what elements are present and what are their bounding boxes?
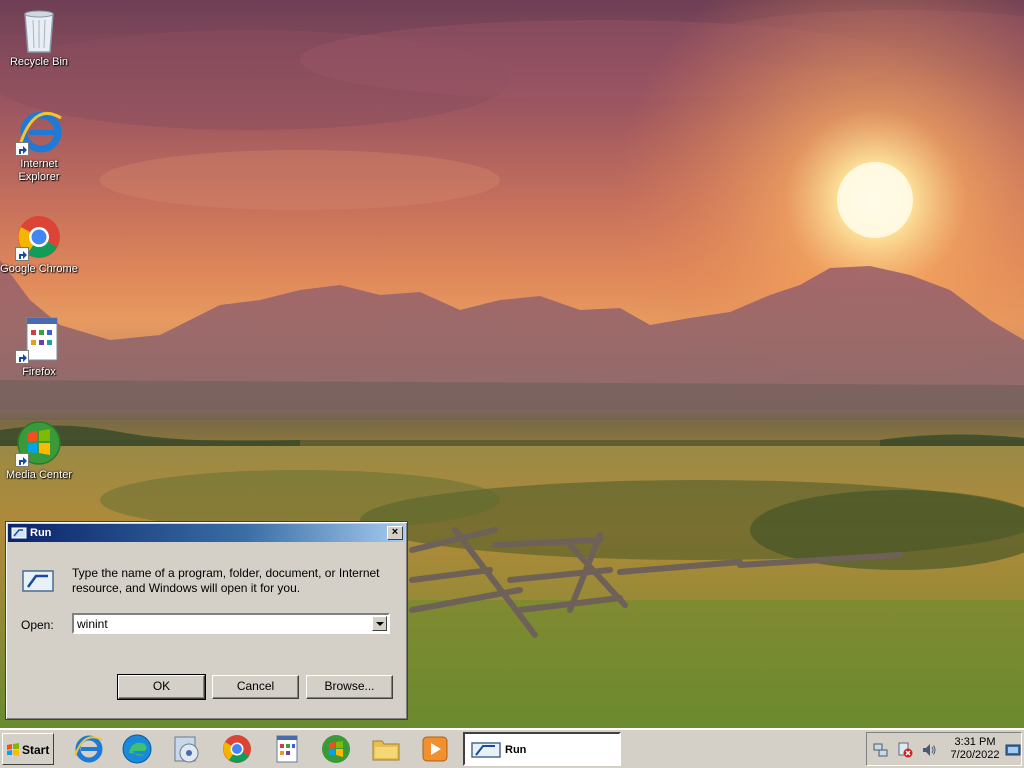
- firefox-shortcut-icon: [15, 316, 63, 364]
- shortcut-arrow-icon: [15, 142, 29, 156]
- media-player-icon[interactable]: [171, 733, 203, 765]
- clock-time: 3:31 PM: [954, 736, 996, 748]
- shortcut-arrow-icon: [15, 453, 29, 467]
- volume-icon[interactable]: [921, 742, 937, 758]
- desktop-icon-label: Recycle Bin: [9, 56, 69, 68]
- cancel-button[interactable]: Cancel: [212, 675, 299, 699]
- play-icon[interactable]: [419, 733, 451, 765]
- open-label: Open:: [21, 618, 54, 632]
- network-icon[interactable]: [873, 742, 889, 758]
- desktop-icon-label: Internet Explorer: [18, 158, 60, 183]
- run-dialog-titlebar[interactable]: Run ×: [8, 524, 405, 542]
- run-dialog-title: Run: [30, 527, 52, 539]
- browse-button[interactable]: Browse...: [306, 675, 393, 699]
- taskbar-item-run[interactable]: Run: [463, 732, 621, 766]
- recycle-bin-icon: [15, 6, 63, 54]
- windows-logo-icon: [6, 743, 20, 757]
- folder-icon[interactable]: [370, 733, 402, 765]
- desktop-icon-recycle-bin[interactable]: Recycle Bin: [0, 6, 78, 69]
- clock-date: 7/20/2022: [950, 749, 1000, 761]
- shortcut-arrow-icon: [15, 350, 29, 364]
- desktop-icon-label: Media Center: [5, 469, 73, 481]
- internet-explorer-icon[interactable]: [72, 733, 104, 765]
- desktop-icon-internet-explorer[interactable]: Internet Explorer: [0, 108, 78, 184]
- chrome-icon: [15, 213, 63, 261]
- document-icon[interactable]: [271, 733, 303, 765]
- internet-explorer-icon: [15, 108, 63, 156]
- start-button[interactable]: Start: [2, 733, 54, 765]
- desktop-icon-media-center[interactable]: Media Center: [0, 419, 78, 482]
- open-input[interactable]: [77, 616, 367, 631]
- windows-logo-icon[interactable]: [320, 733, 352, 765]
- open-combobox[interactable]: [72, 613, 390, 634]
- run-icon: [22, 570, 54, 592]
- desktop-icon-label: Google Chrome: [0, 263, 78, 275]
- clock[interactable]: 3:31 PM 7/20/2022: [943, 736, 1007, 762]
- show-desktop-icon[interactable]: [1005, 742, 1021, 758]
- run-dialog: Run × Type the name of a program, folder…: [5, 521, 408, 720]
- shortcut-arrow-icon: [15, 247, 29, 261]
- close-button[interactable]: ×: [387, 526, 403, 540]
- system-tray: 3:31 PM 7/20/2022: [866, 732, 1022, 766]
- run-icon: [11, 527, 27, 539]
- taskbar: Start Run 3:31 PM 7/20/2022: [0, 728, 1024, 768]
- chevron-down-icon[interactable]: [372, 616, 387, 631]
- ok-button[interactable]: OK: [117, 674, 206, 700]
- desktop-icon-google-chrome[interactable]: Google Chrome: [0, 213, 78, 276]
- flag-error-icon[interactable]: [897, 742, 913, 758]
- desktop-icon-firefox[interactable]: Firefox: [0, 316, 78, 379]
- edge-icon[interactable]: [121, 733, 153, 765]
- windows-logo-icon: [15, 419, 63, 467]
- desktop-icon-label: Firefox: [22, 366, 56, 378]
- run-dialog-description: Type the name of a program, folder, docu…: [72, 566, 380, 595]
- run-icon: [471, 742, 501, 758]
- start-label: Start: [22, 743, 50, 757]
- taskbar-item-label: Run: [505, 744, 527, 756]
- chrome-icon[interactable]: [221, 733, 253, 765]
